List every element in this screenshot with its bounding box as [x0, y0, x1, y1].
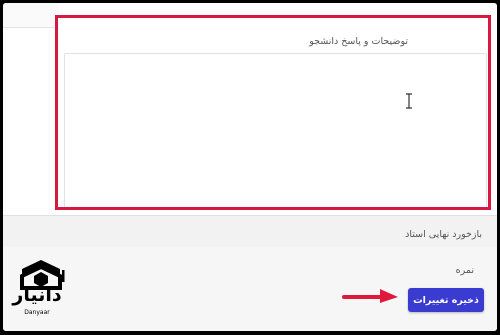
- grade-label: نمره: [455, 265, 474, 276]
- arrow-right-icon: [342, 289, 398, 303]
- comments-textarea[interactable]: [64, 53, 487, 209]
- final-feedback-label: بازخورد نهایی استاد: [405, 229, 482, 240]
- logo-wordmark: دانیار: [12, 284, 62, 306]
- screen: توضیحات و پاسخ دانشجو بازخورد نهایی استا…: [3, 3, 497, 331]
- logo-latin-text: Danyaar: [24, 309, 50, 316]
- text-cursor-icon: [406, 93, 412, 109]
- top-panel-edge: [3, 3, 59, 28]
- comments-field-label: توضیحات و پاسخ دانشجو: [309, 36, 408, 47]
- comments-card: توضیحات و پاسخ دانشجو: [3, 3, 497, 216]
- save-changes-button[interactable]: ذخیره تغییرات: [408, 288, 484, 312]
